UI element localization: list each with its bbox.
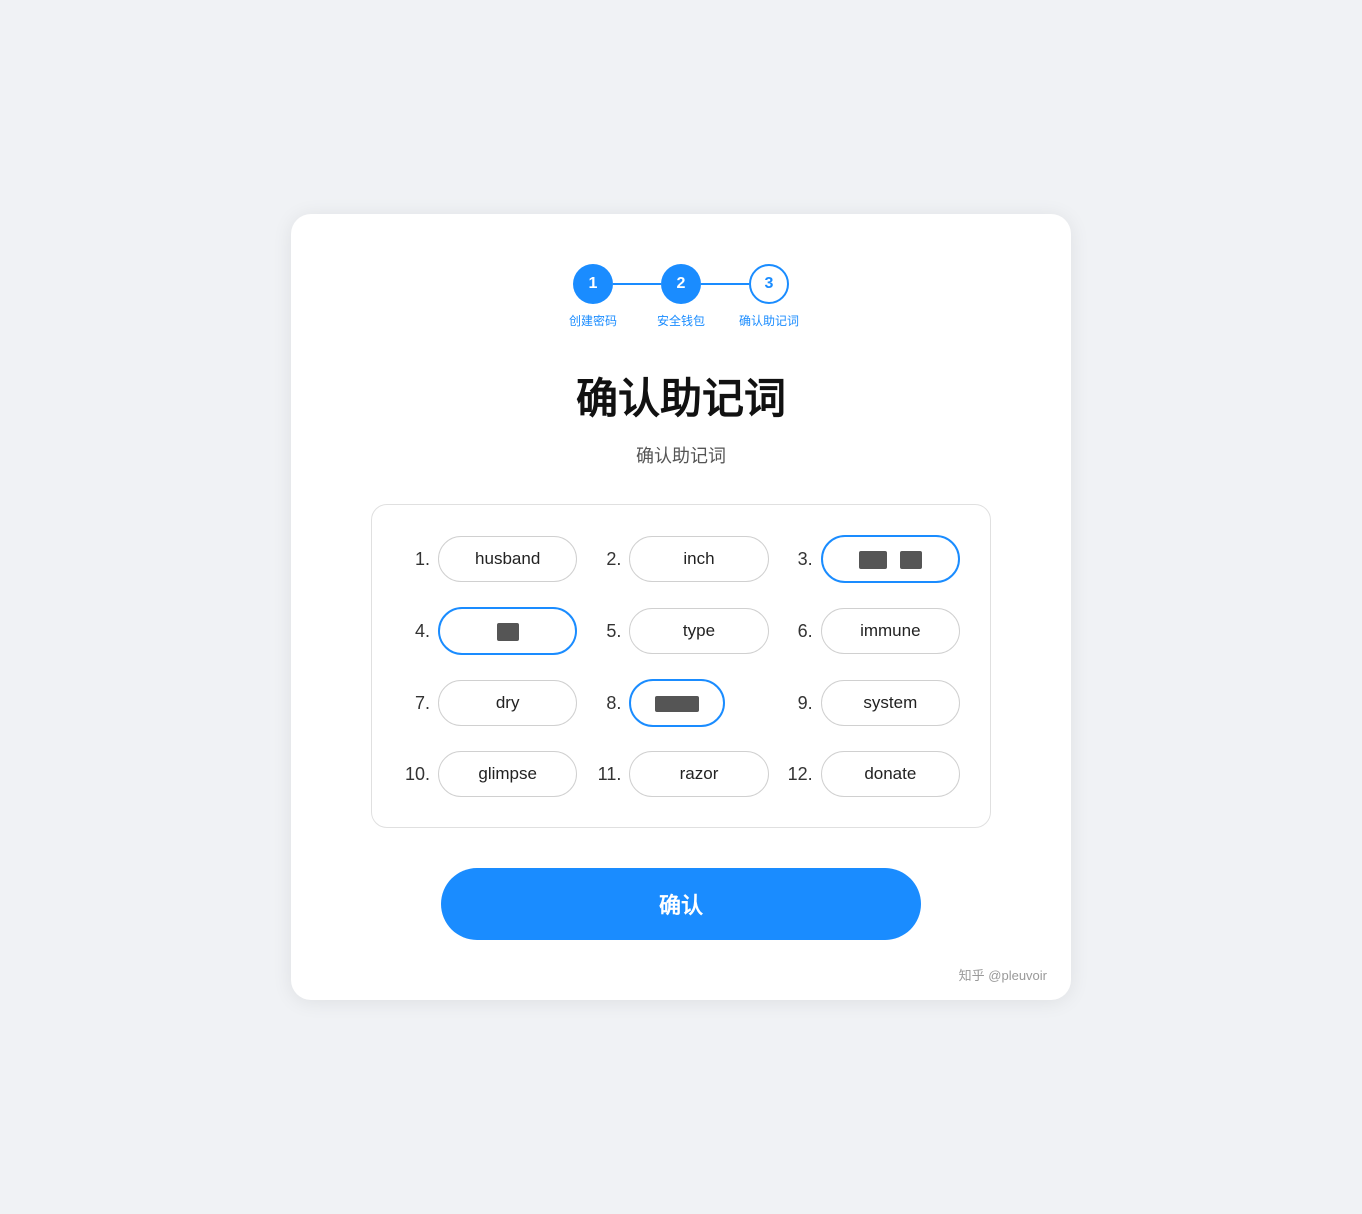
word-box-4[interactable] xyxy=(438,607,577,655)
word-item-8: 8. xyxy=(593,679,768,727)
step-3-circle: 3 xyxy=(749,264,789,304)
word-box-6[interactable]: immune xyxy=(821,608,960,654)
word-item-2: 2. inch xyxy=(593,535,768,583)
step-line-1 xyxy=(613,283,661,285)
word-number-6: 6. xyxy=(785,621,813,642)
word-number-10: 10. xyxy=(402,764,430,785)
redacted-block-4 xyxy=(497,623,519,641)
word-box-11[interactable]: razor xyxy=(629,751,768,797)
word-item-9: 9. system xyxy=(785,679,960,727)
redacted-block-3a xyxy=(859,551,887,569)
stepper-circles: 1 2 3 xyxy=(573,264,789,304)
redacted-block-8 xyxy=(655,696,699,712)
step-3-label: 确认助记词 xyxy=(725,312,813,329)
word-item-12: 12. donate xyxy=(785,751,960,797)
word-box-8[interactable] xyxy=(629,679,725,727)
confirm-button[interactable]: 确认 xyxy=(441,868,921,940)
step-2-label: 安全钱包 xyxy=(637,312,725,329)
word-number-7: 7. xyxy=(402,693,430,714)
word-number-2: 2. xyxy=(593,549,621,570)
word-grid: 1. husband 2. inch 3. xyxy=(402,535,960,797)
word-number-9: 9. xyxy=(785,693,813,714)
word-item-6: 6. immune xyxy=(785,607,960,655)
word-item-4: 4. xyxy=(402,607,577,655)
word-number-1: 1. xyxy=(402,549,430,570)
stepper: 1 2 3 创建密码 安全钱包 确认助记词 xyxy=(371,264,991,329)
word-grid-container: 1. husband 2. inch 3. xyxy=(371,504,991,828)
step-1-label: 创建密码 xyxy=(549,312,637,329)
word-box-9[interactable]: system xyxy=(821,680,960,726)
word-item-5: 5. type xyxy=(593,607,768,655)
word-item-11: 11. razor xyxy=(593,751,768,797)
page-title: 确认助记词 xyxy=(371,365,991,426)
step-line-2 xyxy=(701,283,749,285)
word-item-7: 7. dry xyxy=(402,679,577,727)
main-card: 1 2 3 创建密码 安全钱包 确认助记词 确认助记词 确认助记词 1. xyxy=(291,214,1071,1000)
word-number-12: 12. xyxy=(785,764,813,785)
word-number-4: 4. xyxy=(402,621,430,642)
word-number-8: 8. xyxy=(593,693,621,714)
word-box-5[interactable]: type xyxy=(629,608,768,654)
word-box-10[interactable]: glimpse xyxy=(438,751,577,797)
step-2-circle: 2 xyxy=(661,264,701,304)
word-box-3[interactable] xyxy=(821,535,960,583)
word-box-1[interactable]: husband xyxy=(438,536,577,582)
watermark: 知乎 @pleuvoir xyxy=(959,965,1047,984)
word-item-3: 3. xyxy=(785,535,960,583)
word-item-10: 10. glimpse xyxy=(402,751,577,797)
word-number-5: 5. xyxy=(593,621,621,642)
page-subtitle: 确认助记词 xyxy=(371,442,991,468)
redacted-block-3b xyxy=(900,551,922,569)
word-box-2[interactable]: inch xyxy=(629,536,768,582)
word-item-1: 1. husband xyxy=(402,535,577,583)
word-box-7[interactable]: dry xyxy=(438,680,577,726)
step-1-circle: 1 xyxy=(573,264,613,304)
word-number-3: 3. xyxy=(785,549,813,570)
word-box-12[interactable]: donate xyxy=(821,751,960,797)
stepper-labels: 创建密码 安全钱包 确认助记词 xyxy=(549,312,813,329)
word-number-11: 11. xyxy=(593,764,621,785)
